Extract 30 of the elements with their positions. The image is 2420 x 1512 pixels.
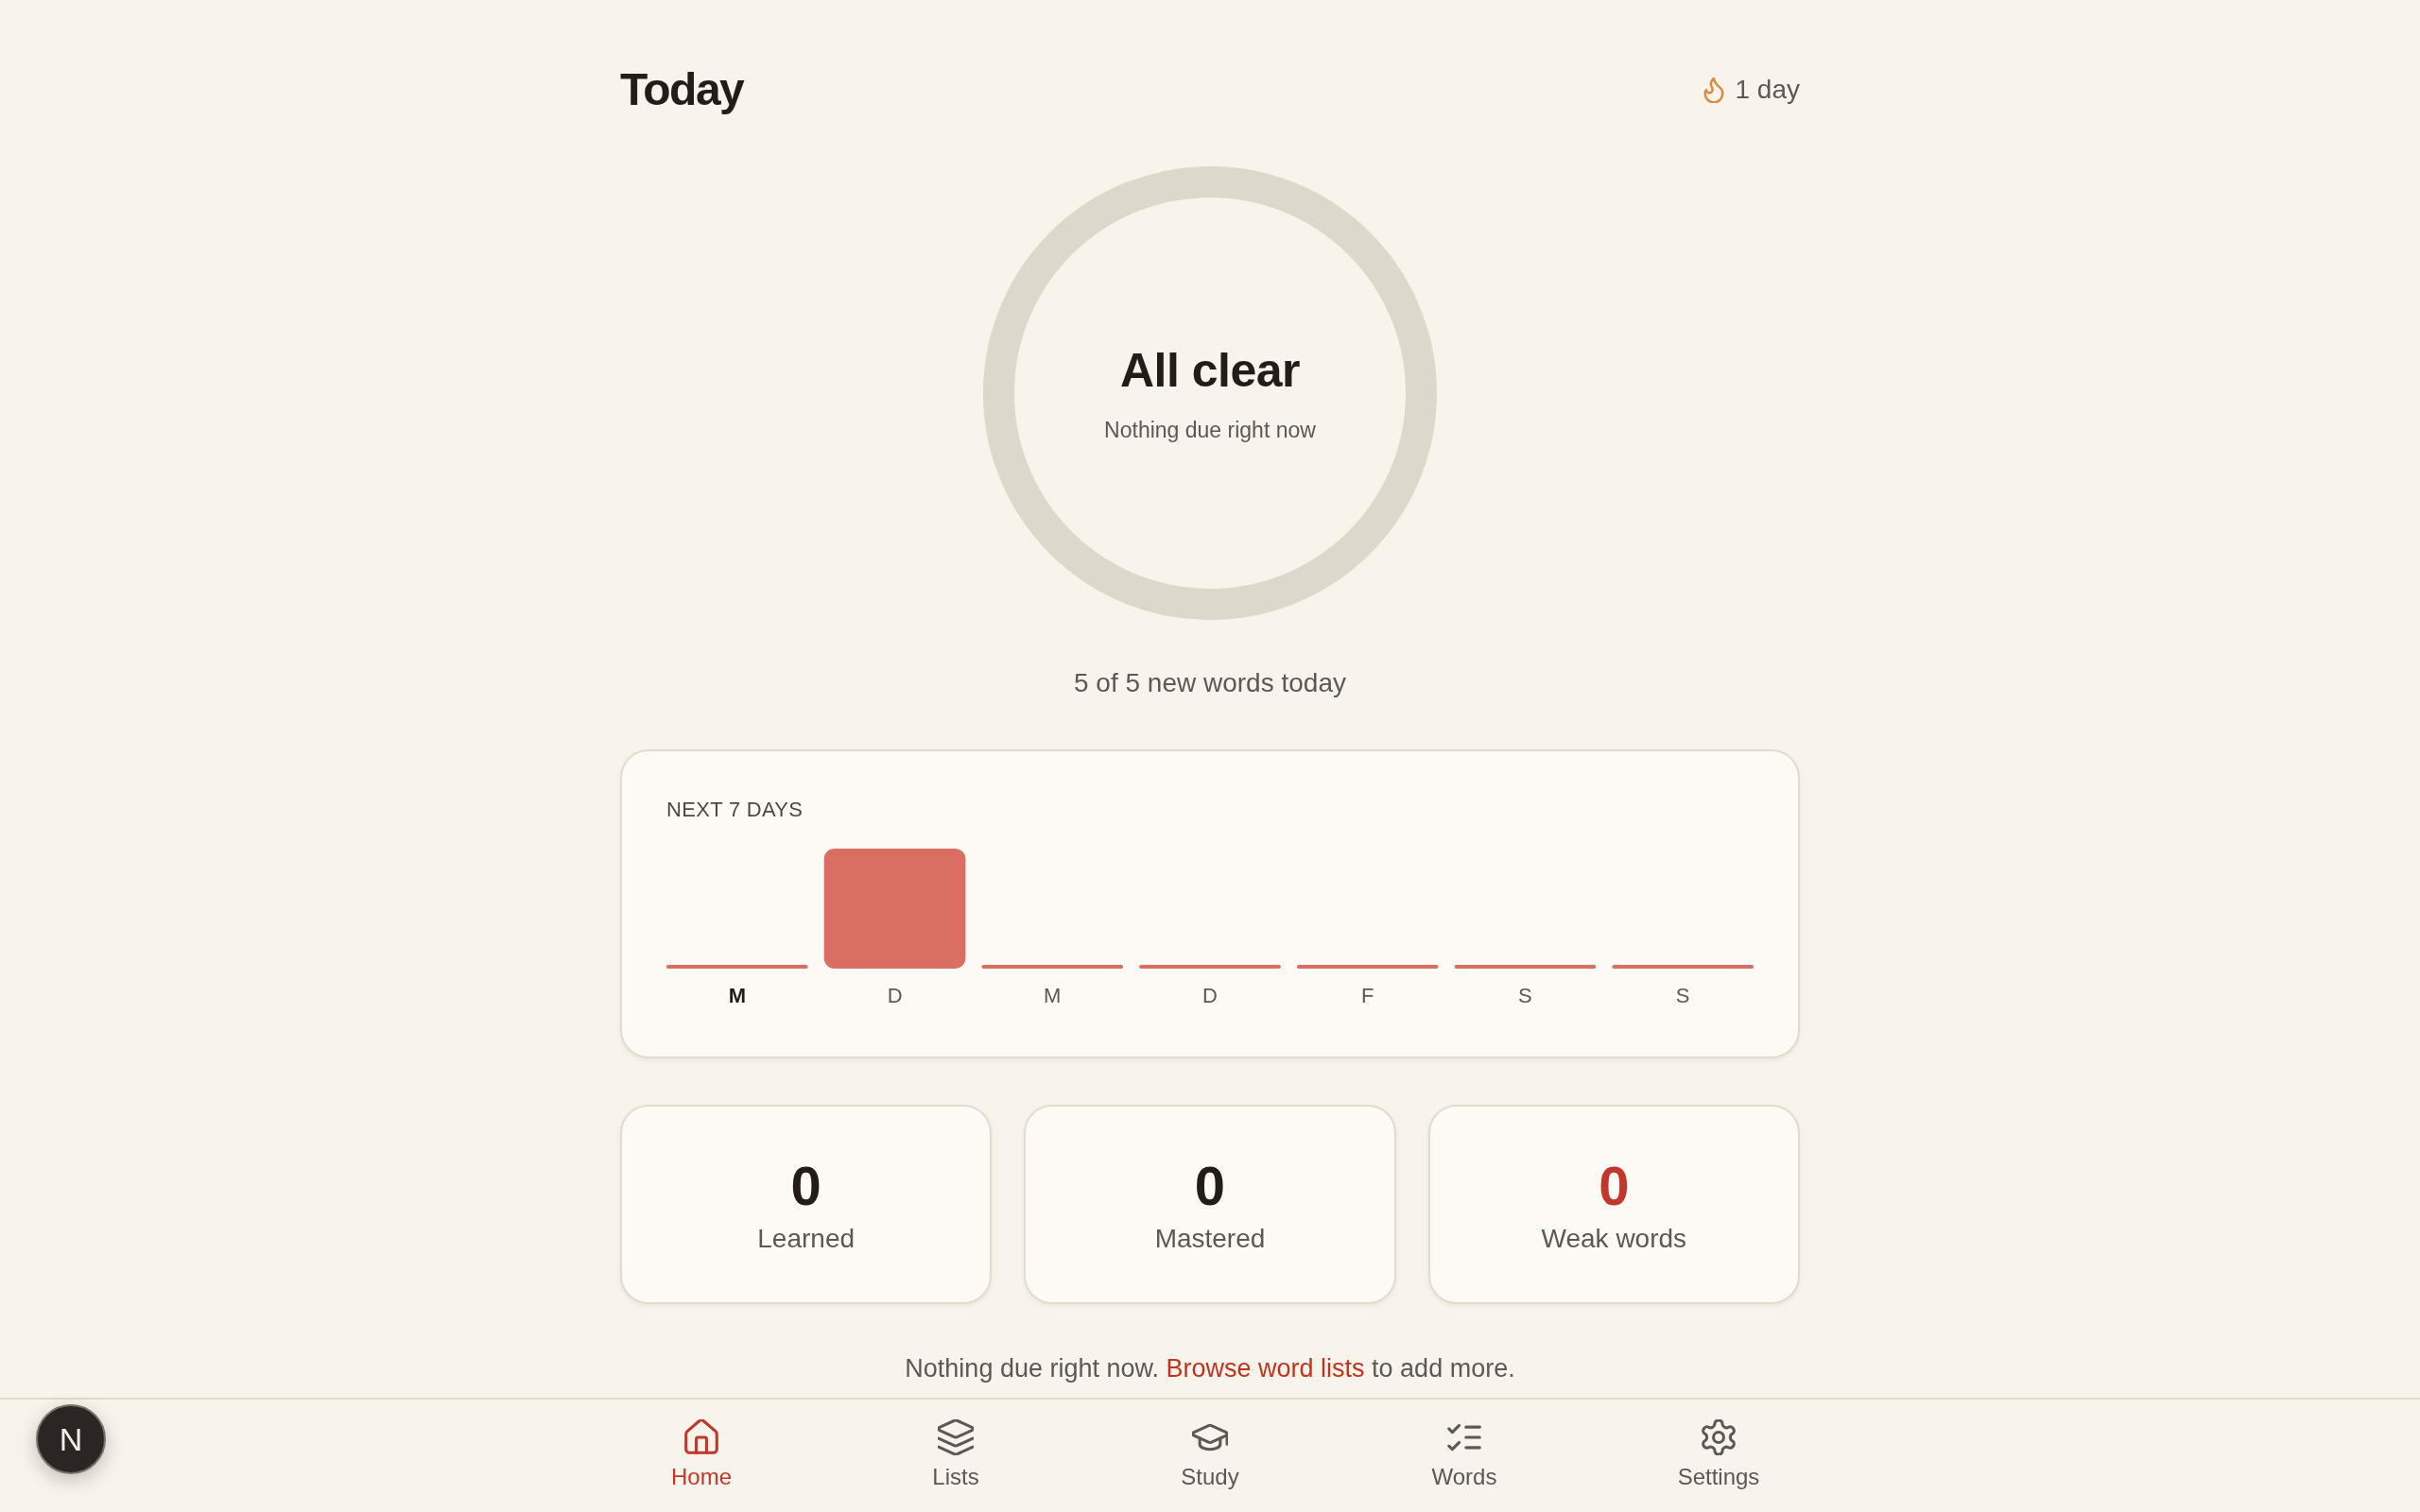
day-label: F [1361,984,1374,1007]
empty-state-message: Nothing due right now. Browse word lists to add more. [905,1353,1515,1384]
browse-link[interactable]: Browse word lists [1166,1354,1365,1383]
status-title: All clear [1119,343,1301,398]
chart-title: NEXT 7 DAYS [666,797,804,823]
day-label: D [887,984,903,1007]
stat-label: Mastered [1154,1222,1266,1255]
nav-tab[interactable]: Words [1420,1400,1509,1512]
home-icon [683,1419,719,1455]
day-label: S [1675,984,1690,1007]
settings-icon [1701,1419,1737,1455]
nav-tab[interactable]: Lists [921,1400,991,1512]
stat-value: 0 [1194,1155,1226,1216]
stat-label: Weak words [1541,1222,1687,1255]
day-label: M [1044,984,1062,1007]
streak-count: 1 day [1735,75,1800,105]
day-label: S [1518,984,1532,1007]
stat-value: 0 [1599,1155,1630,1216]
flame-icon [1703,77,1724,103]
nav-tab[interactable]: Study [1169,1400,1251,1512]
nav-tab[interactable]: Home [660,1400,743,1512]
page-title: Today [620,63,744,116]
layers-icon [938,1419,974,1455]
nav-tab[interactable]: Settings [1666,1400,1772,1512]
day-label: D [1202,984,1218,1007]
status-subtitle: Nothing due right now [1104,417,1316,443]
day-label: M [728,984,746,1007]
new-words-count: 5 of 5 new words today [1074,667,1346,699]
stat-value: 0 [790,1155,821,1216]
stat-label: Learned [757,1222,856,1255]
